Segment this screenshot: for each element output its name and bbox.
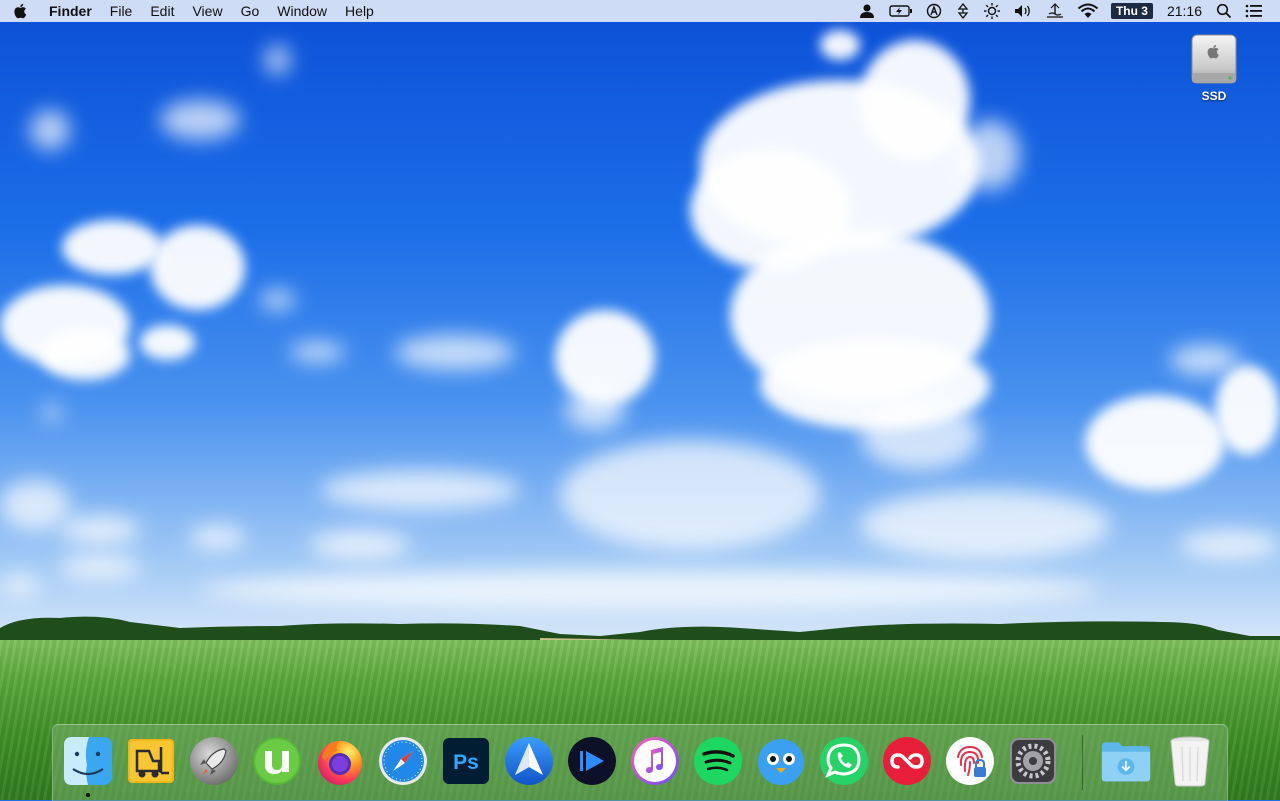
volume-icon[interactable] bbox=[1007, 0, 1039, 22]
dock-fingerprint-lock-icon[interactable] bbox=[944, 735, 996, 787]
dock-itunes-icon[interactable] bbox=[629, 735, 681, 787]
dock-tweetbot-icon[interactable] bbox=[755, 735, 807, 787]
dock-spotify-icon[interactable] bbox=[692, 735, 744, 787]
dock-system-preferences-icon[interactable] bbox=[1007, 735, 1059, 787]
menu-view[interactable]: View bbox=[183, 0, 231, 22]
dock-finder-icon[interactable] bbox=[62, 735, 114, 787]
dock-photoshop-icon[interactable]: Ps bbox=[440, 735, 492, 787]
notification-center-icon[interactable] bbox=[1238, 0, 1270, 22]
menu-edit[interactable]: Edit bbox=[141, 0, 183, 22]
dock-whatsapp-icon[interactable] bbox=[818, 735, 870, 787]
dock-creative-cloud-icon[interactable] bbox=[881, 735, 933, 787]
menu-bar: Finder File Edit View Go Window Help Thu… bbox=[0, 0, 1280, 22]
wifi-icon[interactable] bbox=[1071, 0, 1105, 22]
spotlight-search-icon[interactable] bbox=[1210, 0, 1238, 22]
desktop-icon-ssd[interactable]: SSD bbox=[1186, 33, 1242, 103]
menu-help[interactable]: Help bbox=[336, 0, 383, 22]
menu-file[interactable]: File bbox=[101, 0, 142, 22]
desktop-wallpaper bbox=[0, 0, 1280, 800]
dock-safari-icon[interactable] bbox=[377, 735, 429, 787]
date-badge: Thu 3 bbox=[1110, 3, 1153, 19]
transfer-icon[interactable] bbox=[949, 0, 977, 22]
menubar-clock[interactable]: 21:16 bbox=[1159, 3, 1210, 19]
dock-forklift-icon[interactable] bbox=[125, 735, 177, 787]
dock-firefox-icon[interactable] bbox=[314, 735, 366, 787]
desktop-icon-label: SSD bbox=[1201, 89, 1227, 103]
dock-trash-icon[interactable] bbox=[1164, 735, 1216, 787]
menu-go[interactable]: Go bbox=[232, 0, 269, 22]
apple-menu-icon[interactable] bbox=[0, 0, 40, 22]
brightness-icon[interactable] bbox=[977, 0, 1007, 22]
dock-spark-mail-icon[interactable] bbox=[503, 735, 555, 787]
dock-launchpad-icon[interactable] bbox=[188, 735, 240, 787]
date-display[interactable]: Thu 3 bbox=[1105, 0, 1159, 22]
external-drive-icon bbox=[1190, 33, 1238, 87]
dock-downloads-folder-icon[interactable] bbox=[1100, 735, 1152, 787]
dock-infuse-icon[interactable] bbox=[566, 735, 618, 787]
dock-separator bbox=[1082, 735, 1083, 790]
svg-text:Ps: Ps bbox=[453, 751, 479, 774]
menu-window[interactable]: Window bbox=[268, 0, 336, 22]
keyboard-icon[interactable] bbox=[1039, 0, 1071, 22]
dock-utorrent-icon[interactable] bbox=[251, 735, 303, 787]
ampere-icon[interactable] bbox=[919, 0, 949, 22]
running-indicator bbox=[86, 793, 90, 797]
battery-charging-icon[interactable] bbox=[883, 0, 919, 22]
user-icon[interactable] bbox=[851, 0, 883, 22]
app-menu-finder[interactable]: Finder bbox=[40, 0, 101, 22]
